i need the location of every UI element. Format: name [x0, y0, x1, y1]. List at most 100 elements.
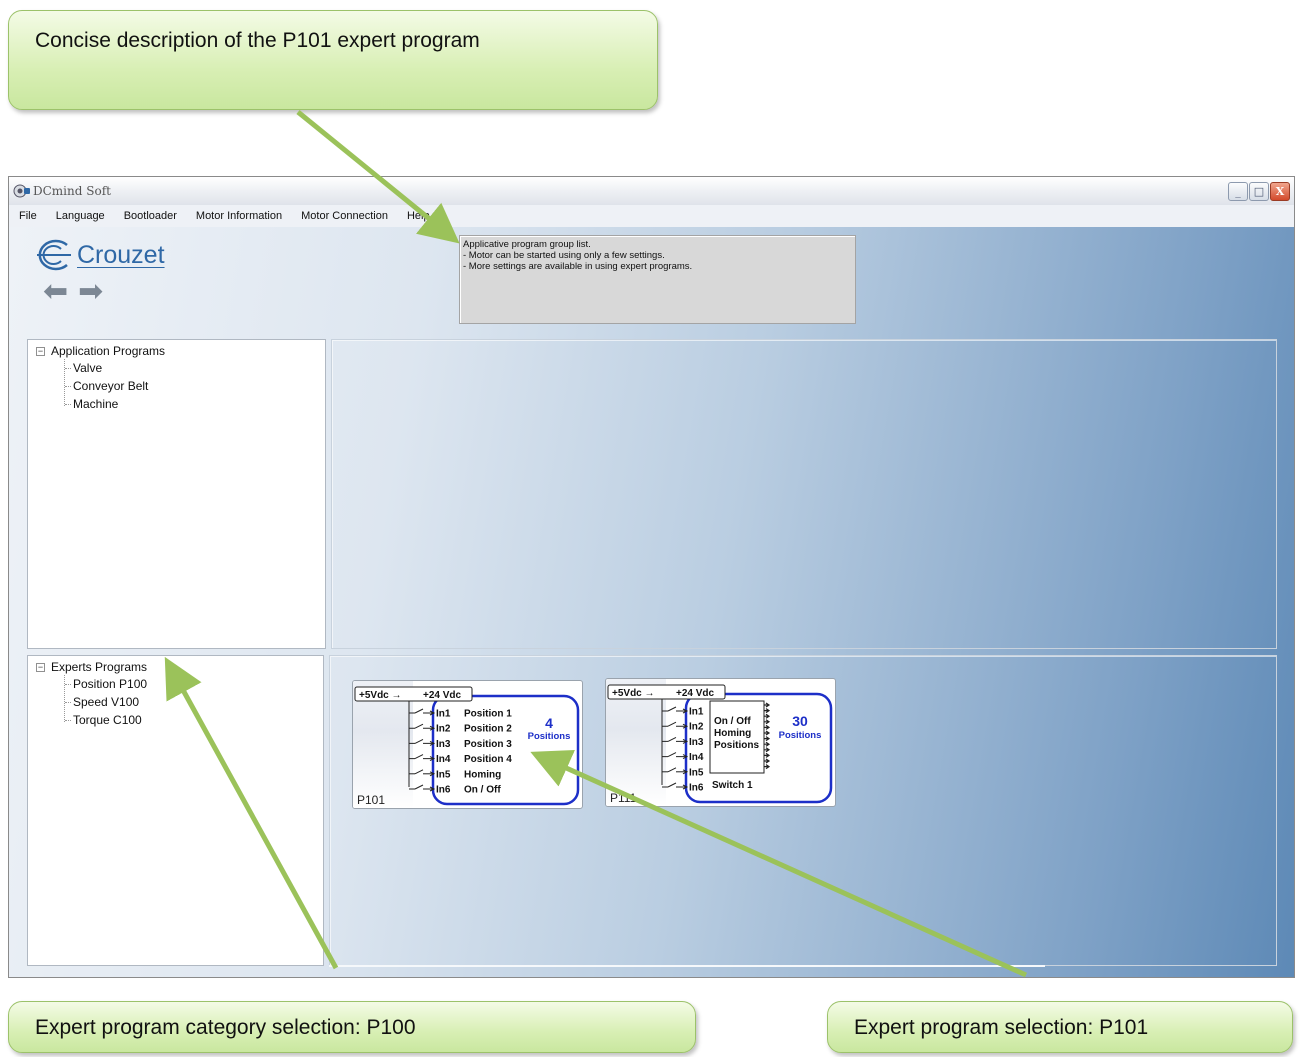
application-programs-tree: − Application Programs Valve Conveyor Be… — [27, 339, 326, 649]
p101-card-label: P101 — [357, 793, 386, 807]
description-line-3: - More settings are available in using e… — [463, 261, 693, 272]
p111-input-label: In1 — [689, 707, 704, 718]
menu-help[interactable]: Help — [407, 210, 430, 222]
tree-item-label: Position P100 — [73, 677, 148, 691]
p111-switch-icon — [667, 767, 677, 773]
p101-function-label: On / Off — [464, 785, 501, 796]
tree-item-label: Valve — [73, 361, 103, 375]
p111-card-label: P111 — [610, 791, 637, 805]
title-bar[interactable]: DCmind Soft _ □ X — [9, 177, 1294, 205]
p101-function-label: Position 3 — [464, 739, 512, 750]
tree-root-label: Application Programs — [51, 344, 166, 358]
tree-root-application[interactable]: − Application Programs — [36, 344, 165, 358]
callout-program-text: Expert program selection: P101 — [854, 1016, 1149, 1039]
app-window: DCmind Soft _ □ X File Language Bootload… — [8, 176, 1295, 978]
p101-supply-right: +24 Vdc — [423, 690, 462, 701]
p111-box-line-1: On / Off — [714, 716, 751, 727]
tree-item-position-p100[interactable]: Position P100 — [65, 677, 147, 691]
callout-description-text: Concise description of the P101 expert p… — [35, 29, 480, 52]
description-line-2: - Motor can be started using only a few … — [463, 250, 665, 261]
menu-bar: File Language Bootloader Motor Informati… — [9, 205, 1294, 227]
description-box: Applicative program group list. - Motor … — [459, 235, 856, 324]
callout-program: Expert program selection: P101 — [827, 1001, 1293, 1053]
p111-count-label: Positions — [779, 730, 822, 741]
p111-input-label: In2 — [689, 722, 704, 733]
client-area: Crouzet ⬅ ➡ Applicative program group li… — [9, 227, 1294, 977]
tree-item-speed-v100[interactable]: Speed V100 — [65, 695, 139, 709]
p101-function-label: Position 4 — [464, 754, 512, 765]
app-icon — [13, 183, 31, 199]
forward-arrow-icon[interactable]: ➡ — [78, 277, 103, 307]
callout-category-text: Expert program category selection: P100 — [35, 1016, 416, 1039]
p111-diagram: +5Vdc → +24 Vdc In1 In2 In3 In4 In5 In6 On / … — [607, 684, 833, 804]
tree-item-label: Machine — [73, 397, 119, 411]
p111-supply-right: +24 Vdc — [676, 688, 715, 699]
horizontal-scrollbar[interactable] — [329, 965, 1045, 967]
description-line-1: Applicative program group list. — [463, 239, 591, 250]
callout-description: Concise description of the P101 expert p… — [8, 10, 658, 110]
program-card-p101[interactable]: +5Vdc → +24 Vdc In1 Position 1 In2 Position… — [352, 680, 583, 809]
collapse-icon[interactable]: − — [36, 346, 45, 356]
crouzet-logo: Crouzet — [31, 235, 191, 275]
tree-item-machine[interactable]: Machine — [65, 397, 118, 411]
p101-switch-icon — [414, 754, 424, 760]
tree-item-torque-c100[interactable]: Torque C100 — [65, 713, 142, 727]
menu-file[interactable]: File — [19, 210, 37, 222]
p101-input-label: In3 — [436, 739, 451, 750]
menu-bootloader[interactable]: Bootloader — [124, 210, 177, 222]
menu-motor-information[interactable]: Motor Information — [196, 210, 282, 222]
callout-category: Expert program category selection: P100 — [8, 1001, 696, 1053]
p101-switch-icon — [414, 738, 424, 744]
window-title: DCmind Soft — [33, 184, 111, 198]
nav-arrows: ⬅ ➡ — [43, 277, 103, 307]
p111-switch-icon — [667, 752, 677, 758]
tree-root-label: Experts Programs — [51, 660, 148, 674]
p101-function-label: Position 2 — [464, 724, 512, 735]
p111-input-label: In6 — [689, 783, 704, 794]
p101-input-label: In5 — [436, 769, 451, 780]
p111-switch-icon — [667, 721, 677, 727]
program-card-p111[interactable]: +5Vdc → +24 Vdc In1 In2 In3 In4 In5 In6 On / … — [605, 678, 836, 807]
p101-diagram: +5Vdc → +24 Vdc In1 Position 1 In2 Position… — [354, 686, 580, 806]
p111-input-label: In4 — [689, 752, 704, 763]
p111-switch-icon — [667, 706, 677, 712]
p101-function-label: Homing — [464, 769, 501, 780]
p101-input-label: In6 — [436, 785, 451, 796]
p111-switch-icon — [667, 782, 677, 788]
p111-input-label: In5 — [689, 767, 704, 778]
experts-programs-tree: − Experts Programs Position P100 Speed V… — [27, 655, 324, 966]
p111-box-line-2: Homing — [714, 728, 751, 739]
p111-supply-left: +5Vdc → — [612, 688, 655, 699]
tree-item-valve[interactable]: Valve — [65, 361, 102, 375]
p111-input-label: In3 — [689, 737, 704, 748]
p111-box-line-3: Positions — [714, 740, 759, 751]
p101-supply-left: +5Vdc → — [359, 690, 402, 701]
p101-switch-icon — [414, 769, 424, 775]
tree-item-conveyor-belt[interactable]: Conveyor Belt — [65, 379, 148, 393]
menu-motor-connection[interactable]: Motor Connection — [301, 210, 388, 222]
application-content-panel — [331, 339, 1277, 649]
back-arrow-icon[interactable]: ⬅ — [43, 277, 68, 307]
collapse-icon[interactable]: − — [36, 662, 45, 672]
tree-item-label: Torque C100 — [73, 713, 142, 727]
p111-switch-icon — [667, 736, 677, 742]
close-button[interactable]: X — [1270, 182, 1290, 201]
p101-function-label: Position 1 — [464, 709, 512, 720]
p101-switch-icon — [414, 784, 424, 790]
p101-input-label: In1 — [436, 709, 451, 720]
tree-item-label: Speed V100 — [73, 695, 140, 709]
p101-switch-icon — [414, 723, 424, 729]
p101-count-label: Positions — [528, 731, 571, 742]
p101-input-label: In4 — [436, 754, 451, 765]
logo-text: Crouzet — [77, 241, 165, 269]
maximize-button[interactable]: □ — [1249, 182, 1269, 201]
tree-root-experts[interactable]: − Experts Programs — [36, 660, 147, 674]
menu-language[interactable]: Language — [56, 210, 105, 222]
minimize-button[interactable]: _ — [1228, 182, 1248, 201]
p101-switch-icon — [414, 708, 424, 714]
expert-content-panel: +5Vdc → +24 Vdc In1 Position 1 In2 Position… — [329, 655, 1277, 966]
p111-count: 30 — [792, 713, 808, 729]
p111-switch-label: Switch 1 — [712, 780, 753, 791]
p101-input-label: In2 — [436, 724, 451, 735]
tree-item-label: Conveyor Belt — [73, 379, 149, 393]
